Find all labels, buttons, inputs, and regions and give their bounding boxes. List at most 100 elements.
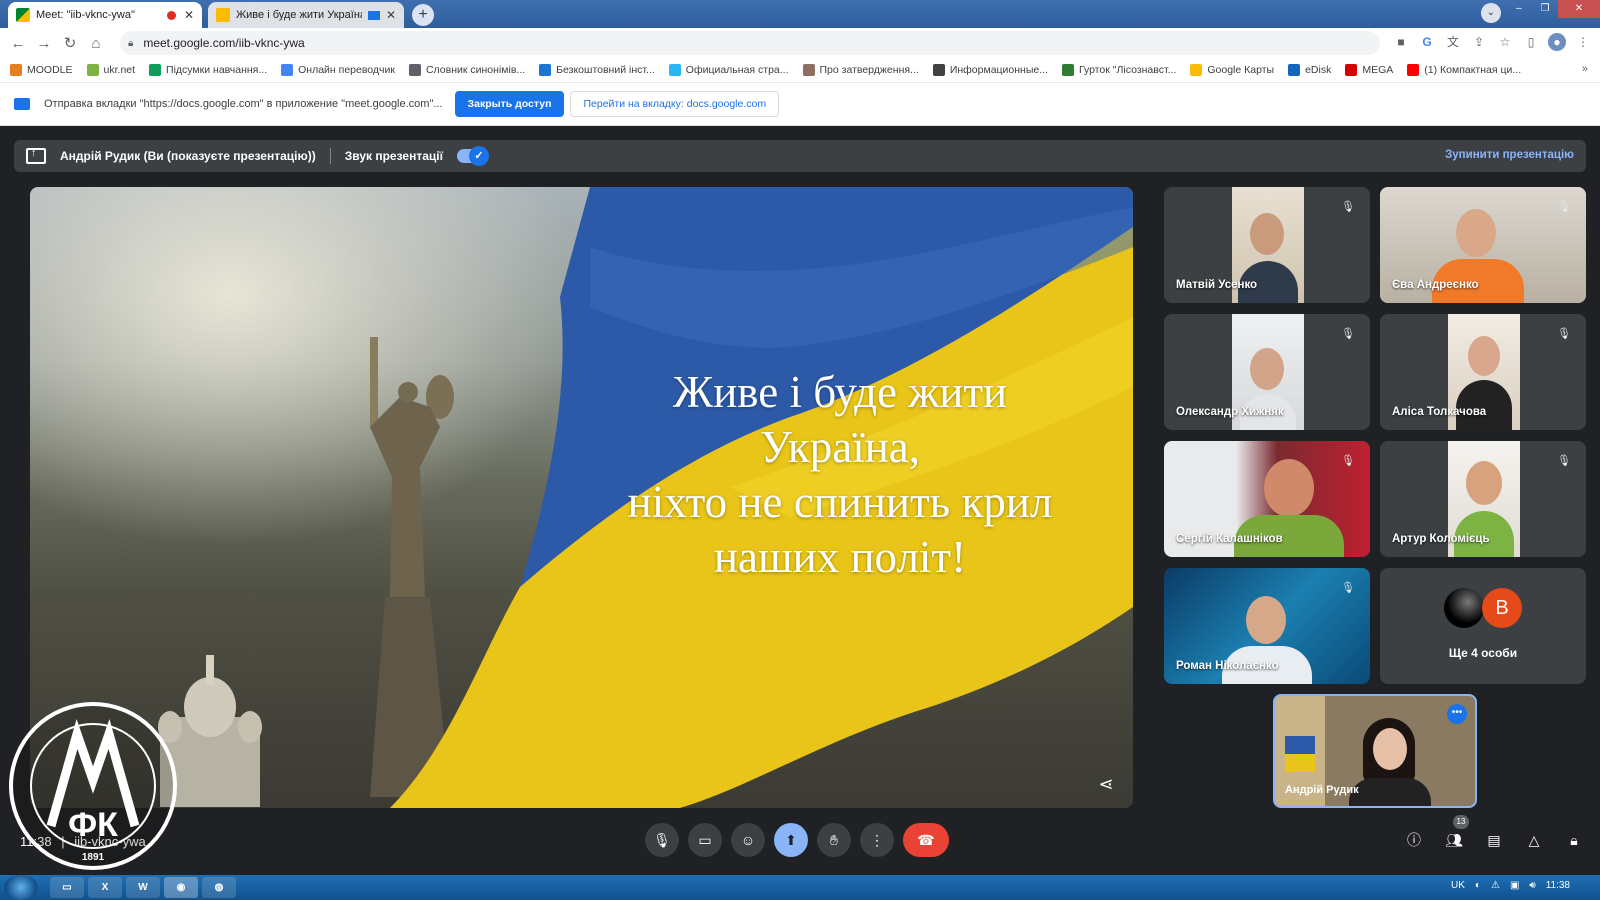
camera-icon[interactable]: ▭	[688, 823, 722, 857]
go-to-tab-button[interactable]: Перейти на вкладку: docs.google.com	[570, 91, 780, 117]
bookmark-item[interactable]: Информационные...	[932, 64, 1048, 76]
windows-taskbar: ▭ X W ◉ ◍ UK ◐ ⚠ ▣ 🔊︎ 11:38	[0, 875, 1600, 900]
participant-tile[interactable]: 🎙︎ Матвій Усенко	[1164, 187, 1370, 303]
chrome-icon[interactable]: ◉	[164, 877, 198, 898]
college-logo-watermark: ФК 1891	[7, 700, 179, 872]
participant-name: Олександр Хижняк	[1176, 406, 1284, 418]
close-access-button[interactable]: Закрыть доступ	[454, 91, 565, 117]
avatar	[1444, 588, 1484, 628]
maximize-icon[interactable]: ❐	[1532, 0, 1558, 18]
network-icon[interactable]: ▣	[1510, 880, 1519, 891]
explorer-icon[interactable]: ▭	[50, 877, 84, 898]
participant-tile[interactable]: 🎙︎ Олександр Хижняк	[1164, 314, 1370, 430]
clock[interactable]: 11:38	[1546, 880, 1570, 891]
bookmark-star-icon[interactable]: ☆	[1496, 33, 1514, 51]
participant-tile[interactable]: 🎙︎ Артур Коломієць	[1380, 441, 1586, 557]
window-controls: – ❐ ✕	[1506, 0, 1600, 18]
bookmark-favicon-icon	[802, 64, 815, 76]
participant-tile[interactable]: 🎙︎ Роман Ніколаєнко	[1164, 568, 1370, 684]
google-icon[interactable]: G	[1418, 33, 1436, 51]
leave-call-icon[interactable]: ☎	[903, 823, 949, 857]
more-options-icon[interactable]: ⋮	[860, 823, 894, 857]
tab-share-icon	[14, 98, 30, 110]
forward-icon[interactable]: →	[31, 35, 57, 52]
bookmark-item[interactable]: Словник синонімів...	[408, 64, 526, 76]
bookmark-label: Словник синонімів...	[425, 64, 526, 76]
tray-app-icon[interactable]: ◐	[1475, 880, 1481, 891]
slides-favicon-icon	[216, 8, 230, 22]
bookmark-item[interactable]: MEGA	[1345, 64, 1393, 76]
bookmark-item[interactable]: (1) Компактная ци...	[1407, 64, 1521, 76]
profile-avatar-icon[interactable]: ●	[1548, 33, 1566, 51]
host-controls-icon[interactable]: 🔒︎	[1564, 830, 1584, 850]
tab-title: Живе і буде жити Україна, -	[236, 9, 362, 21]
warning-icon[interactable]: ⚠	[1491, 880, 1500, 891]
word-icon[interactable]: W	[126, 877, 160, 898]
bookmark-label: MOODLE	[27, 64, 73, 76]
stop-presenting-button[interactable]: Зупинити презентацію	[1445, 149, 1574, 161]
close-tab-icon[interactable]: ✕	[386, 8, 396, 22]
share-page-icon[interactable]: ⇪	[1470, 33, 1488, 51]
translate-icon[interactable]: 文	[1444, 33, 1462, 51]
check-icon: ✓	[468, 146, 489, 166]
tab-search-icon[interactable]: ⌄	[1481, 3, 1501, 23]
body-shape	[1349, 778, 1431, 806]
share-icon[interactable]: ⋖	[1095, 774, 1117, 796]
tab-slides[interactable]: Живе і буде жити Україна, - ✕	[208, 2, 404, 28]
minimize-icon[interactable]: –	[1506, 0, 1532, 18]
bookmark-favicon-icon	[1062, 64, 1074, 76]
bookmark-item[interactable]: ukr.net	[86, 64, 135, 76]
address-bar[interactable]: 🔒︎ meet.google.com/iib-vknc-ywa	[120, 31, 1380, 55]
start-button[interactable]	[4, 875, 38, 900]
present-screen-icon	[26, 147, 46, 164]
participant-tile[interactable]: 🎙︎ Сергій Калашніков	[1164, 441, 1370, 557]
reload-icon[interactable]: ↻	[57, 34, 83, 52]
mic-off-icon: 🎙︎	[1341, 328, 1355, 340]
bookmark-item[interactable]: eDisk	[1288, 64, 1331, 76]
menu-icon[interactable]: ⋮	[1574, 33, 1592, 51]
more-options-icon[interactable]: •••	[1447, 704, 1467, 724]
more-participants-tile[interactable]: В Ще 4 особи	[1380, 568, 1586, 684]
browser-tab-strip: Meet: "iib-vknc-ywa" ✕ Живе і буде жити …	[0, 0, 1600, 28]
people-icon[interactable]: 👥︎	[1444, 830, 1464, 850]
new-tab-button[interactable]: +	[412, 4, 434, 26]
raise-hand-icon[interactable]: ✋︎	[817, 823, 851, 857]
participant-tile[interactable]: 🎙︎ Аліса Толкачова	[1380, 314, 1586, 430]
chat-icon[interactable]: ▤	[1484, 830, 1504, 850]
bookmark-label: Официальная стра...	[685, 64, 789, 76]
bookmark-label: Про затвердження...	[819, 64, 919, 76]
close-window-icon[interactable]: ✕	[1558, 0, 1600, 18]
side-panel-icon[interactable]: ▯	[1522, 33, 1540, 51]
volume-icon[interactable]: 🔊︎	[1529, 880, 1535, 891]
self-view-tile[interactable]: ••• Андрій Рудик	[1273, 694, 1477, 808]
bookmark-favicon-icon	[932, 64, 945, 76]
browser-toolbar: ← → ↻ ⌂ 🔒︎ meet.google.com/iib-vknc-ywa …	[0, 28, 1600, 58]
present-now-icon[interactable]: ⬆	[774, 823, 808, 857]
tab-meet[interactable]: Meet: "iib-vknc-ywa" ✕	[8, 2, 202, 28]
bookmark-item[interactable]: Онлайн переводчик	[281, 64, 395, 76]
home-icon[interactable]: ⌂	[83, 35, 109, 52]
camera-in-use-icon[interactable]: ■	[1392, 33, 1410, 51]
activities-icon[interactable]: △	[1524, 830, 1544, 850]
viber-icon[interactable]: ◍	[202, 877, 236, 898]
emoji-icon[interactable]: ☺	[731, 823, 765, 857]
bookmark-item[interactable]: MOODLE	[10, 64, 73, 76]
close-tab-icon[interactable]: ✕	[184, 8, 194, 22]
bookmark-item[interactable]: Безкоштовний інст...	[539, 64, 655, 76]
more-bookmarks-icon[interactable]: »	[1582, 63, 1588, 75]
excel-icon[interactable]: X	[88, 877, 122, 898]
bookmark-item[interactable]: Про затвердження...	[802, 64, 919, 76]
bookmark-item[interactable]: Официальная стра...	[668, 64, 789, 76]
back-icon[interactable]: ←	[5, 35, 31, 52]
language-indicator[interactable]: UK	[1451, 880, 1465, 891]
bookmark-favicon-icon	[408, 64, 421, 76]
bookmark-item[interactable]: Гурток "Лісознавст...	[1062, 64, 1176, 76]
call-controls: 🎙︎ ▭ ☺ ⬆ ✋︎ ⋮ ☎	[645, 823, 949, 857]
bookmark-label: eDisk	[1305, 64, 1332, 76]
bookmark-item[interactable]: Google Карты	[1190, 64, 1274, 76]
meeting-details-icon[interactable]: ⓘ	[1404, 830, 1424, 850]
participant-tile[interactable]: 🎙︎ Єва Андреєнко	[1380, 187, 1586, 303]
presentation-audio-toggle[interactable]: ✓	[456, 146, 489, 166]
bookmark-item[interactable]: Підсумки навчання...	[149, 64, 267, 76]
microphone-icon[interactable]: 🎙︎	[645, 823, 679, 857]
